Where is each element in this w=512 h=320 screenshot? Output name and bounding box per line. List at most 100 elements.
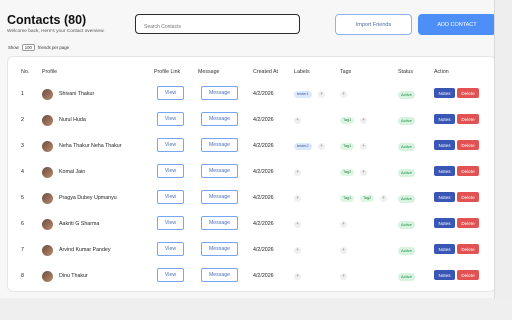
view-profile-button[interactable]: View	[157, 112, 184, 126]
add-tag-icon[interactable]: +	[360, 143, 367, 150]
app-window: Contacts (80) Welcome back, Here's your …	[0, 0, 512, 320]
created-at: 4/2/2026	[253, 195, 274, 201]
add-tag-icon[interactable]: +	[360, 117, 367, 124]
add-tag-icon[interactable]: +	[380, 195, 387, 202]
add-label-icon[interactable]: +	[318, 91, 325, 98]
notes-button[interactable]: Notes	[434, 270, 455, 280]
contact-name: Dinu Thakur	[59, 273, 88, 279]
column-header: Tags	[340, 69, 352, 75]
contact-name: Arvind Kumar Pandey	[59, 247, 111, 253]
row-number: 7	[21, 247, 24, 253]
view-profile-button[interactable]: View	[157, 86, 184, 100]
notes-button[interactable]: Notes	[434, 166, 455, 176]
label-badge[interactable]: tester2	[294, 143, 312, 150]
notes-button[interactable]: Notes	[434, 140, 455, 150]
status-badge: Active	[398, 273, 415, 281]
created-at: 4/2/2026	[253, 247, 274, 253]
search-field[interactable]	[135, 14, 300, 36]
add-tag-icon[interactable]: +	[360, 169, 367, 176]
delete-button[interactable]: Delete	[457, 88, 479, 98]
add-tag-icon[interactable]: +	[340, 91, 347, 98]
row-number: 3	[21, 143, 24, 149]
row-number: 5	[21, 195, 24, 201]
notes-button[interactable]: Notes	[434, 218, 455, 228]
delete-button[interactable]: Delete	[457, 140, 479, 150]
contact-name: Aakriti G Sharma	[59, 221, 100, 227]
add-label-icon[interactable]: +	[318, 143, 325, 150]
add-label-icon[interactable]: +	[294, 195, 301, 202]
tag-badge[interactable]: Tag2	[340, 169, 355, 176]
add-label-icon[interactable]: +	[294, 169, 301, 176]
view-profile-button[interactable]: View	[157, 268, 184, 282]
status-badge: Active	[398, 117, 415, 125]
tag-badge[interactable]: Tag1	[340, 117, 355, 124]
message-button[interactable]: Message	[201, 216, 238, 230]
column-header: Profile Link	[154, 69, 181, 75]
search-input[interactable]	[142, 18, 296, 36]
view-profile-button[interactable]: View	[157, 242, 184, 256]
add-label-icon[interactable]: +	[294, 247, 301, 254]
delete-button[interactable]: Delete	[457, 114, 479, 124]
row-number: 6	[21, 221, 24, 227]
import-friends-button[interactable]: Import Friends	[335, 14, 412, 35]
message-button[interactable]: Message	[201, 268, 238, 282]
tag-badge[interactable]: Tag1	[340, 195, 355, 202]
created-at: 4/2/2026	[253, 117, 274, 123]
contact-name: Shivani Thakur	[59, 91, 95, 97]
avatar	[42, 271, 53, 282]
delete-button[interactable]: Delete	[457, 218, 479, 228]
per-page-label: friends per page	[37, 45, 69, 50]
avatar	[42, 89, 53, 100]
tag-badge[interactable]: Tag1	[340, 143, 355, 150]
delete-button[interactable]: Delete	[457, 192, 479, 202]
show-label: Show	[8, 45, 19, 50]
column-header: No.	[21, 69, 30, 75]
window-scrollbar[interactable]	[494, 0, 512, 320]
label-badge[interactable]: tester1	[294, 91, 312, 98]
column-header: Labels	[294, 69, 310, 75]
add-label-icon[interactable]: +	[294, 117, 301, 124]
bottom-area	[0, 298, 512, 320]
add-tag-icon[interactable]: +	[340, 273, 347, 280]
add-label-icon[interactable]: +	[294, 273, 301, 280]
page-size-control: Show 100 friends per page	[8, 44, 69, 51]
notes-button[interactable]: Notes	[434, 114, 455, 124]
column-header: Created At	[253, 69, 279, 75]
page-size-select[interactable]: 100	[21, 44, 35, 51]
column-header: Profile	[42, 69, 58, 75]
avatar	[42, 193, 53, 204]
view-profile-button[interactable]: View	[157, 216, 184, 230]
view-profile-button[interactable]: View	[157, 164, 184, 178]
delete-button[interactable]: Delete	[457, 244, 479, 254]
add-label-icon[interactable]: +	[294, 221, 301, 228]
notes-button[interactable]: Notes	[434, 192, 455, 202]
page-subtitle: Welcome back, Here's your Contact overvi…	[7, 29, 105, 34]
add-tag-icon[interactable]: +	[340, 247, 347, 254]
contact-name: Neha Thakur Neha Thakur	[59, 143, 122, 149]
created-at: 4/2/2026	[253, 169, 274, 175]
message-button[interactable]: Message	[201, 242, 238, 256]
tag-badge[interactable]: Tag2	[360, 195, 375, 202]
add-tag-icon[interactable]: +	[340, 221, 347, 228]
row-number: 8	[21, 273, 24, 279]
view-profile-button[interactable]: View	[157, 190, 184, 204]
add-contact-button[interactable]: ADD CONTACT	[418, 14, 496, 35]
delete-button[interactable]: Delete	[457, 270, 479, 280]
message-button[interactable]: Message	[201, 86, 238, 100]
column-header: Status	[398, 69, 414, 75]
page-header: Contacts (80) Welcome back, Here's your …	[0, 0, 512, 45]
avatar	[42, 167, 53, 178]
delete-button[interactable]: Delete	[457, 166, 479, 176]
notes-button[interactable]: Notes	[434, 244, 455, 254]
message-button[interactable]: Message	[201, 138, 238, 152]
message-button[interactable]: Message	[201, 164, 238, 178]
message-button[interactable]: Message	[201, 112, 238, 126]
status-badge: Active	[398, 247, 415, 255]
view-profile-button[interactable]: View	[157, 138, 184, 152]
contact-name: Pragya Dubey Upmanyu	[59, 195, 117, 201]
avatar	[42, 115, 53, 126]
column-header: Message	[198, 69, 220, 75]
row-number: 2	[21, 117, 24, 123]
message-button[interactable]: Message	[201, 190, 238, 204]
notes-button[interactable]: Notes	[434, 88, 455, 98]
